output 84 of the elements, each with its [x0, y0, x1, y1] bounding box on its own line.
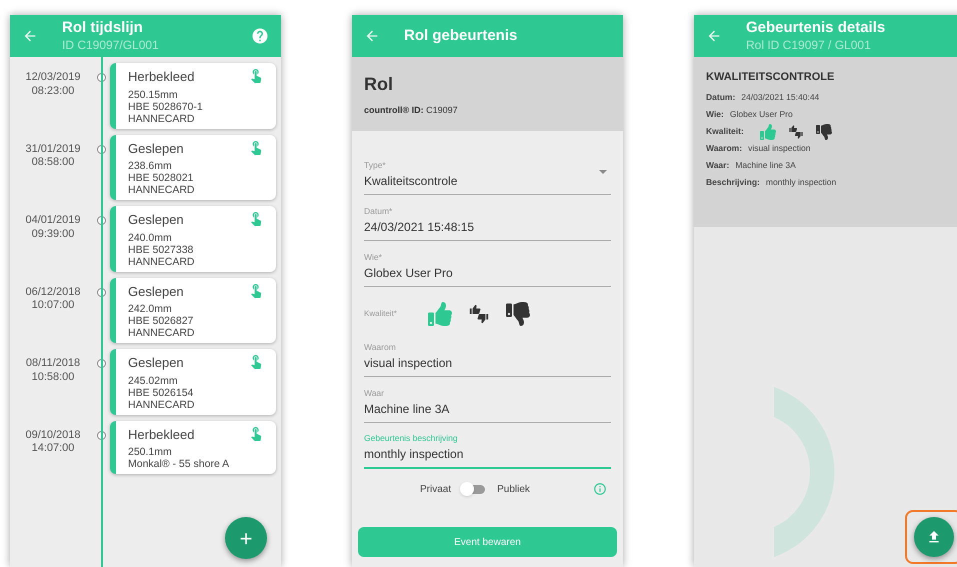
event-time: 10:07:00: [32, 299, 74, 313]
thumbs-down-icon[interactable]: [506, 302, 530, 326]
event-title: Geslepen: [128, 140, 185, 158]
detail-label: Kwaliteit:: [706, 125, 744, 138]
thumbs-down-icon[interactable]: [816, 124, 832, 140]
back-icon[interactable]: [364, 28, 380, 44]
event-title: Herbekleed: [128, 68, 196, 86]
thumbs-mixed-icon[interactable]: [788, 124, 804, 140]
roll-id: countroll® ID: C19097: [364, 104, 459, 117]
add-button[interactable]: +: [225, 517, 267, 559]
type-select[interactable]: Type* Kwaliteitscontrole: [364, 149, 611, 195]
input-field[interactable]: Datum* 24/03/2021 15:48:15: [364, 195, 611, 241]
private-label: Privaat: [420, 482, 452, 496]
input-field[interactable]: Wie* Globex User Pro: [364, 241, 611, 287]
input-field[interactable]: Waarom visual inspection: [364, 331, 611, 377]
event-detail: HBE 5028670-1: [128, 100, 204, 112]
event-detail: 250.1mm: [128, 446, 173, 458]
event-time: 14:07:00: [32, 442, 74, 456]
detail-value: monthly inspection: [766, 176, 836, 189]
public-label: Publiek: [497, 482, 530, 496]
detail-value: Machine line 3A: [735, 159, 796, 172]
event-detail: HANNECARD: [128, 112, 196, 124]
event-detail: HBE 5028021: [128, 172, 194, 184]
screen-title: Rol tijdslijn: [62, 19, 144, 38]
event-detail: HBE 5026827: [128, 315, 194, 327]
event-card[interactable]: Herbekleed 250.15mm HBE 5028670-1 HANNECARD: [110, 63, 276, 128]
info-icon[interactable]: [593, 482, 607, 496]
roll-heading: Rol: [364, 73, 394, 96]
event-time: 08:23:00: [32, 84, 74, 98]
back-icon[interactable]: [706, 28, 722, 44]
input-field[interactable]: Waar Machine line 3A: [364, 377, 611, 423]
event-card[interactable]: Geslepen 245.02mm HBE 5026154 HANNECARD: [110, 349, 276, 414]
upload-button[interactable]: [914, 517, 954, 557]
screen-subtitle: ID C19097/GL001: [62, 38, 160, 53]
detail-label: Waarom:: [706, 142, 742, 155]
event-card[interactable]: Geslepen 238.6mm HBE 5028021 HANNECARD: [110, 134, 276, 200]
field-label: Kwaliteit*: [364, 308, 398, 320]
event-detail: 238.6mm: [128, 160, 173, 172]
detail-value: visual inspection: [748, 142, 810, 155]
event-detail: HBE 5026154: [128, 386, 194, 398]
event-detail: HANNECARD: [128, 327, 196, 339]
event-detail: 240.0mm: [128, 232, 173, 244]
thumbs-mixed-icon[interactable]: [468, 303, 490, 325]
help-icon[interactable]: [251, 27, 269, 45]
event-detail: Monkal® - 55 shore A: [128, 458, 230, 470]
event-detail: HANNECARD: [128, 256, 196, 268]
detail-value: 24/03/2021 15:40:44: [741, 91, 820, 104]
event-detail: HBE 5027338: [128, 244, 194, 256]
event-time: 10:58:00: [32, 370, 74, 384]
event-title: Geslepen: [128, 354, 185, 372]
event-detail: 250.15mm: [128, 88, 179, 100]
event-date: 08/11/2018: [26, 357, 80, 371]
detail-label: Waar:: [706, 159, 730, 172]
event-title: Geslepen: [128, 211, 185, 229]
screen-title: Gebeurtenis details: [746, 19, 886, 38]
detail-label: Beschrijving:: [706, 176, 760, 189]
event-detail: 242.0mm: [128, 303, 173, 315]
input-field[interactable]: Gebeurtenis beschrijving monthly inspection: [364, 423, 611, 469]
event-detail: 245.02mm: [128, 374, 179, 386]
event-time: 09:39:00: [32, 228, 74, 242]
event-title: Herbekleed: [128, 426, 196, 444]
event-card[interactable]: Geslepen 240.0mm HBE 5027338 HANNECARD: [110, 206, 276, 272]
event-card[interactable]: Geslepen 242.0mm HBE 5026827 HANNECARD: [110, 278, 276, 343]
visibility-switch[interactable]: [463, 484, 486, 494]
back-icon[interactable]: [22, 28, 38, 44]
event-title: Geslepen: [128, 282, 185, 301]
detail-label: Datum:: [706, 91, 736, 104]
event-time: 08:58:00: [32, 156, 74, 170]
event-detail: HANNECARD: [128, 184, 196, 196]
event-date: 31/01/2019: [25, 142, 81, 156]
event-date: 12/03/2019: [25, 71, 81, 85]
screen-title: Rol gebeurtenis: [404, 26, 518, 46]
event-date: 06/12/2018: [25, 286, 81, 300]
event-type-heading: KWALITEITSCONTROLE: [706, 70, 836, 85]
detail-label: Wie:: [706, 108, 724, 121]
event-card[interactable]: Herbekleed 250.1mm Monkal® - 55 shore A: [110, 420, 276, 474]
dropdown-caret-icon: [599, 170, 607, 174]
screen-subtitle: Rol ID C19097 / GL001: [746, 38, 872, 53]
event-date: 04/01/2019: [25, 214, 81, 228]
detail-value: Globex User Pro: [730, 108, 793, 121]
event-date: 09/10/2018: [25, 428, 81, 442]
event-detail: HANNECARD: [128, 398, 196, 410]
thumbs-up-icon[interactable]: [428, 302, 452, 326]
thumbs-up-icon[interactable]: [760, 124, 776, 140]
